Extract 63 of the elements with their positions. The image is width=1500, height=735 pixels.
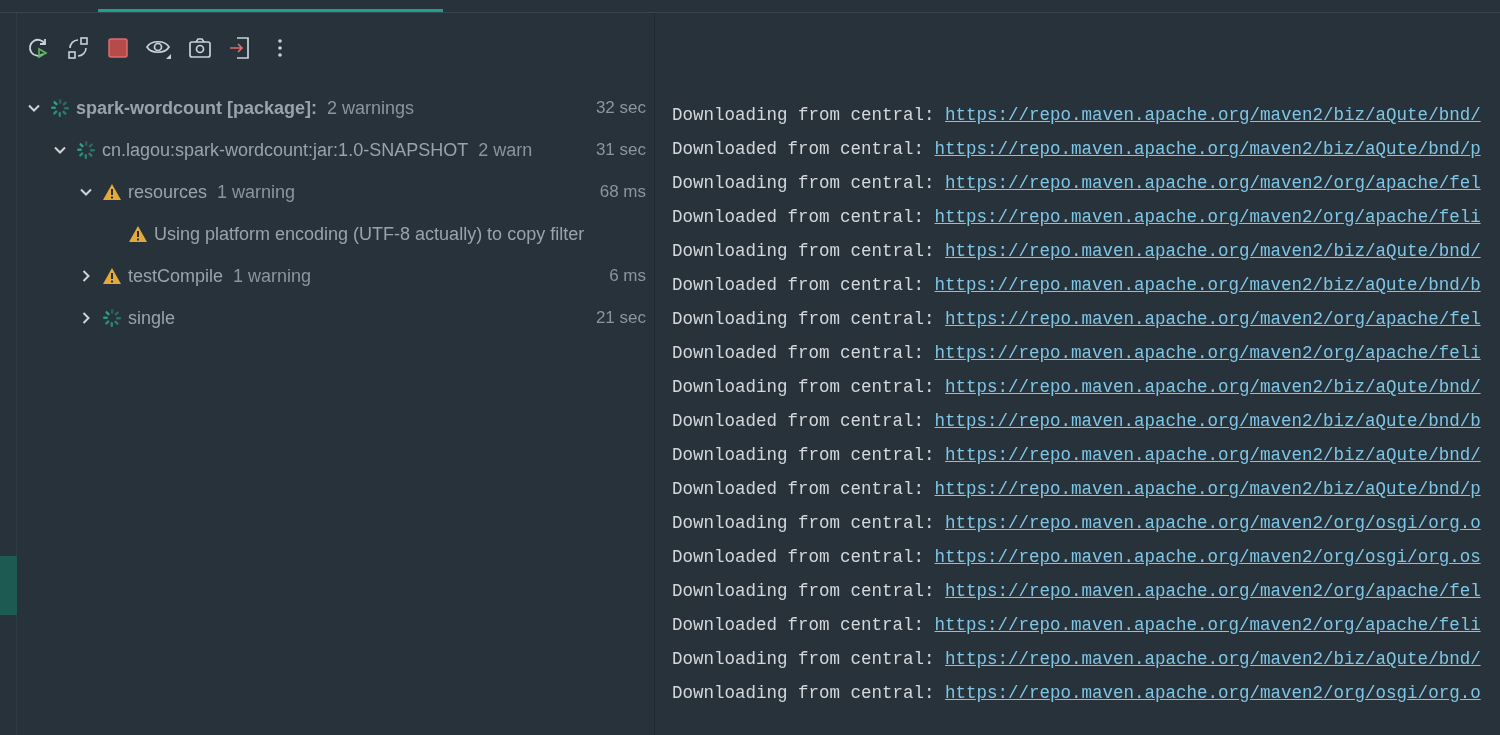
warning-icon [102, 267, 122, 285]
log-text: Downloading from central: [672, 103, 935, 127]
log-link[interactable]: https://repo.maven.apache.org/maven2/biz/aQute/bnd/ [945, 441, 1481, 469]
more-icon [277, 38, 283, 58]
log-text: Downloading from central: [672, 681, 935, 705]
log-link[interactable]: https://repo.maven.apache.org/maven2/org/osgi/org.os [934, 543, 1481, 571]
log-link[interactable]: https://repo.maven.apache.org/maven2/org/apache/feli [934, 339, 1481, 367]
rerun-icon [26, 36, 50, 60]
log-text: Downloading from central: [672, 511, 935, 535]
exit-icon [229, 36, 251, 60]
log-link[interactable]: https://repo.maven.apache.org/maven2/org/apache/feli [934, 611, 1481, 639]
log-text: Downloading from central: [672, 647, 935, 671]
log-link[interactable]: https://repo.maven.apache.org/maven2/biz/aQute/bnd/ [945, 645, 1481, 673]
node-label[interactable]: cn.lagou:spark-wordcount:jar:1.0-SNAPSHOT [102, 136, 469, 164]
log-link[interactable]: https://repo.maven.apache.org/maven2/biz/aQute/bnd/p [934, 135, 1481, 163]
log-text: Downloaded from central: [672, 137, 925, 161]
node-time: 68 ms [599, 181, 646, 204]
node-label[interactable]: Using platform encoding (UTF-8 actually) to copy filter [154, 220, 585, 248]
spinner-icon [50, 98, 70, 118]
log-link[interactable]: https://repo.maven.apache.org/maven2/biz/aQute/bnd/ [945, 237, 1481, 265]
spinner-icon [102, 308, 122, 328]
stop-icon [108, 38, 128, 58]
log-link[interactable]: https://repo.maven.apache.org/maven2/org/apache/feli [934, 203, 1481, 231]
log-text: Downloading from central: [672, 171, 935, 195]
node-label[interactable]: testCompile [128, 262, 224, 290]
log-link[interactable]: https://repo.maven.apache.org/maven2/org/apache/fel [945, 305, 1481, 333]
node-time: 6 ms [609, 265, 646, 288]
log-link[interactable]: https://repo.maven.apache.org/maven2/org/apache/fel [945, 577, 1481, 605]
log-link[interactable]: https://repo.maven.apache.org/maven2/biz/aQute/bnd/ [945, 373, 1481, 401]
log-link[interactable]: https://repo.maven.apache.org/maven2/org/apache/fel [945, 169, 1481, 197]
camera-icon [188, 37, 212, 59]
log-link[interactable]: https://repo.maven.apache.org/maven2/biz/aQute/bnd/b [934, 271, 1481, 299]
log-link[interactable]: https://repo.maven.apache.org/maven2/org/osgi/org.o [945, 509, 1481, 537]
node-label[interactable]: resources [128, 178, 208, 206]
log-text: Downloaded from central: [672, 341, 925, 365]
node-detail: 2 warnings [327, 96, 415, 120]
log-text: Downloading from central: [672, 443, 935, 467]
node-label[interactable]: spark-wordcount [package]: [76, 94, 318, 122]
log-text: Downloading from central: [672, 579, 935, 603]
log-link[interactable]: https://repo.maven.apache.org/maven2/biz/aQute/bnd/b [934, 407, 1481, 435]
log-text: Downloaded from central: [672, 477, 925, 501]
log-text: Downloading from central: [672, 239, 935, 263]
spinner-icon [76, 140, 96, 160]
log-link[interactable]: https://repo.maven.apache.org/maven2/biz/aQute/bnd/ [945, 101, 1481, 129]
node-time: 32 sec [595, 97, 646, 120]
log-text: Downloading from central: [672, 307, 935, 331]
node-detail: 1 warning [217, 180, 296, 204]
log-link[interactable]: https://repo.maven.apache.org/maven2/biz/aQute/bnd/p [934, 475, 1481, 503]
log-link[interactable]: https://repo.maven.apache.org/maven2/org/osgi/org.o [945, 679, 1481, 707]
node-detail: 2 warn [478, 138, 533, 162]
warning-icon [102, 183, 122, 201]
log-text: Downloading from central: [672, 375, 935, 399]
node-time: 21 sec [595, 307, 646, 330]
node-label[interactable]: single [128, 304, 176, 332]
log-text: Downloaded from central: [672, 205, 925, 229]
log-text: Downloaded from central: [672, 273, 925, 297]
log-text: Downloaded from central: [672, 409, 925, 433]
node-time: 31 sec [595, 139, 646, 162]
log-text: Downloaded from central: [672, 613, 925, 637]
node-detail: 1 warning [233, 264, 312, 288]
warning-icon [128, 225, 148, 243]
swap-icon [66, 36, 90, 60]
log-text: Downloaded from central: [672, 545, 925, 569]
